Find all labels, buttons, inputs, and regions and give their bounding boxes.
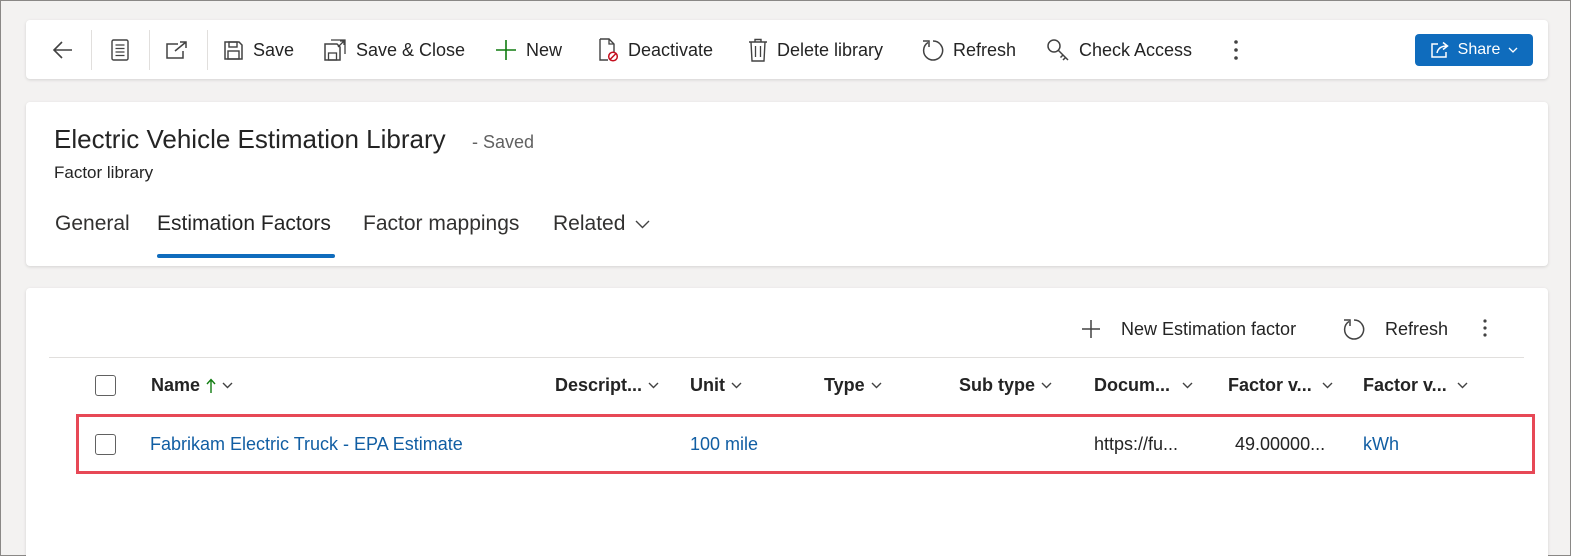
more-vertical-icon <box>1483 319 1487 337</box>
chevron-down-icon <box>1041 382 1052 389</box>
divider <box>91 30 92 70</box>
tab-factor-mappings[interactable]: Factor mappings <box>363 212 519 236</box>
back-button[interactable] <box>43 31 83 69</box>
deactivate-button[interactable]: Deactivate <box>597 31 713 69</box>
column-header-type[interactable]: Type <box>824 375 882 396</box>
tab-general[interactable]: General <box>55 212 130 236</box>
cell-documentation: https://fu... <box>1094 434 1179 454</box>
chevron-down-icon <box>1182 382 1193 389</box>
grid-refresh-button[interactable]: Refresh <box>1342 314 1448 344</box>
share-button[interactable]: Share <box>1415 34 1533 66</box>
divider <box>207 30 208 70</box>
save-and-close-icon <box>324 39 346 61</box>
share-label: Share <box>1457 41 1501 58</box>
column-header-unit[interactable]: Unit <box>690 375 742 396</box>
save-icon <box>224 40 243 60</box>
save-label: Save <box>253 39 295 60</box>
column-header-documentation[interactable]: Docum... <box>1094 375 1193 396</box>
column-header-name[interactable]: Name <box>151 375 233 396</box>
column-header-sub-type[interactable]: Sub type <box>959 375 1052 396</box>
more-commands-button[interactable] <box>1216 31 1256 69</box>
grid-toolbar-divider <box>49 357 1524 358</box>
trash-icon <box>749 38 767 62</box>
chevron-down-icon <box>1322 382 1333 389</box>
chevron-down-icon <box>871 382 882 389</box>
chevron-down-icon <box>648 382 659 389</box>
command-bar: Save Save & Close New Deactivate Delete … <box>26 20 1548 79</box>
save-button[interactable]: Save <box>223 31 294 69</box>
column-header-factor-value-label: Factor v... <box>1228 375 1312 395</box>
refresh-label: Refresh <box>953 39 1017 60</box>
form-icon <box>111 39 129 61</box>
key-search-icon <box>1047 39 1069 61</box>
delete-library-label: Delete library <box>777 39 884 60</box>
refresh-icon <box>1343 318 1365 340</box>
new-estimation-factor-button[interactable]: New Estimation factor <box>1081 314 1296 344</box>
tab-estimation-factors[interactable]: Estimation Factors <box>157 212 331 236</box>
refresh-button[interactable]: Refresh <box>921 31 1016 69</box>
tab-related[interactable]: Related <box>553 212 650 236</box>
chevron-down-icon <box>1508 47 1518 53</box>
check-access-button[interactable]: Check Access <box>1046 31 1192 69</box>
refresh-icon <box>922 39 944 61</box>
column-header-sub-type-label: Sub type <box>959 375 1036 395</box>
back-arrow-icon <box>52 41 72 59</box>
share-icon <box>1430 41 1449 58</box>
column-header-description[interactable]: Descript... <box>555 375 659 396</box>
new-estimation-factor-label: New Estimation factor <box>1121 318 1297 339</box>
column-header-type-label: Type <box>824 375 865 395</box>
deactivate-icon <box>599 38 619 62</box>
save-and-close-button[interactable]: Save & Close <box>323 31 465 69</box>
more-vertical-icon <box>1234 40 1238 60</box>
record-title: Electric Vehicle Estimation Library <box>54 124 446 154</box>
open-in-new-window-button[interactable] <box>157 31 197 69</box>
estimation-factors-grid: New Estimation factor Refresh Name Descr… <box>26 288 1548 556</box>
divider <box>149 30 150 70</box>
record-header: Electric Vehicle Estimation Library - Sa… <box>26 102 1548 266</box>
add-icon <box>496 40 516 60</box>
column-header-factor-value-unit[interactable]: Factor v... <box>1363 375 1468 396</box>
column-header-documentation-label: Docum... <box>1094 375 1171 395</box>
delete-library-button[interactable]: Delete library <box>748 31 883 69</box>
chevron-down-icon <box>222 382 233 389</box>
chevron-down-icon <box>1457 382 1468 389</box>
new-button[interactable]: New <box>495 31 562 69</box>
deactivate-label: Deactivate <box>628 39 714 60</box>
grid-more-commands-button[interactable] <box>1482 318 1488 338</box>
tab-related-label: Related <box>553 212 626 235</box>
column-header-description-label: Descript... <box>555 375 643 395</box>
new-label: New <box>526 39 563 60</box>
open-in-new-window-icon <box>166 41 187 59</box>
active-tab-indicator <box>157 254 335 258</box>
column-header-factor-value[interactable]: Factor v... <box>1228 375 1333 396</box>
entity-name: Factor library <box>54 163 154 182</box>
chevron-down-icon <box>731 382 742 389</box>
column-header-factor-value-unit-label: Factor v... <box>1363 375 1447 395</box>
cell-factor-value-unit[interactable]: kWh <box>1363 434 1399 455</box>
sort-ascending-icon <box>206 377 216 393</box>
form-view-button[interactable] <box>100 31 140 69</box>
grid-refresh-label: Refresh <box>1385 318 1449 339</box>
save-status: - Saved <box>472 132 535 152</box>
cell-name[interactable]: Fabrikam Electric Truck - EPA Estimate <box>150 434 463 455</box>
cell-unit[interactable]: 100 mile <box>690 434 758 455</box>
chevron-down-icon <box>635 220 650 228</box>
cell-factor-value: 49.00000... <box>1235 434 1326 454</box>
column-header-unit-label: Unit <box>690 375 725 395</box>
add-icon <box>1082 320 1100 338</box>
check-access-label: Check Access <box>1079 39 1193 60</box>
column-header-name-label: Name <box>151 375 201 395</box>
save-and-close-label: Save & Close <box>356 39 466 60</box>
row-select-checkbox[interactable] <box>95 434 116 455</box>
select-all-checkbox[interactable] <box>95 375 116 396</box>
